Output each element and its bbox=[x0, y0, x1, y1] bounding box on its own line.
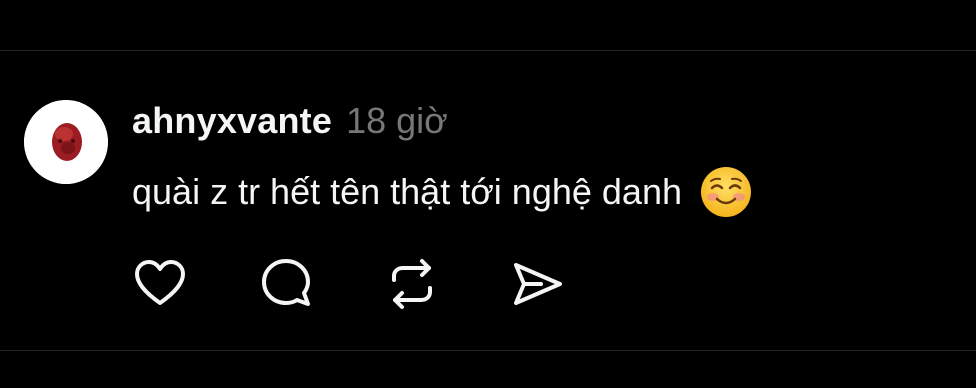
username[interactable]: ahnyxvante bbox=[132, 100, 332, 142]
comment-button[interactable] bbox=[258, 256, 314, 312]
avatar[interactable] bbox=[24, 100, 108, 184]
comment-text-row: quài z tr hết tên thật tới nghệ danh bbox=[132, 166, 752, 218]
timestamp: 18 giờ bbox=[346, 100, 448, 141]
smiling-face-icon bbox=[700, 166, 752, 218]
divider bbox=[0, 350, 976, 351]
comment-icon bbox=[262, 259, 310, 306]
share-button[interactable] bbox=[510, 256, 566, 312]
repost-icon bbox=[392, 259, 432, 309]
divider bbox=[0, 50, 976, 51]
action-bar bbox=[132, 256, 566, 312]
share-icon bbox=[514, 263, 562, 305]
comment-text: quài z tr hết tên thật tới nghệ danh bbox=[132, 171, 682, 212]
repost-button[interactable] bbox=[384, 256, 440, 312]
like-button[interactable] bbox=[132, 256, 188, 312]
comment-header: ahnyxvante 18 giờ bbox=[132, 100, 448, 144]
heart-icon bbox=[135, 260, 185, 305]
